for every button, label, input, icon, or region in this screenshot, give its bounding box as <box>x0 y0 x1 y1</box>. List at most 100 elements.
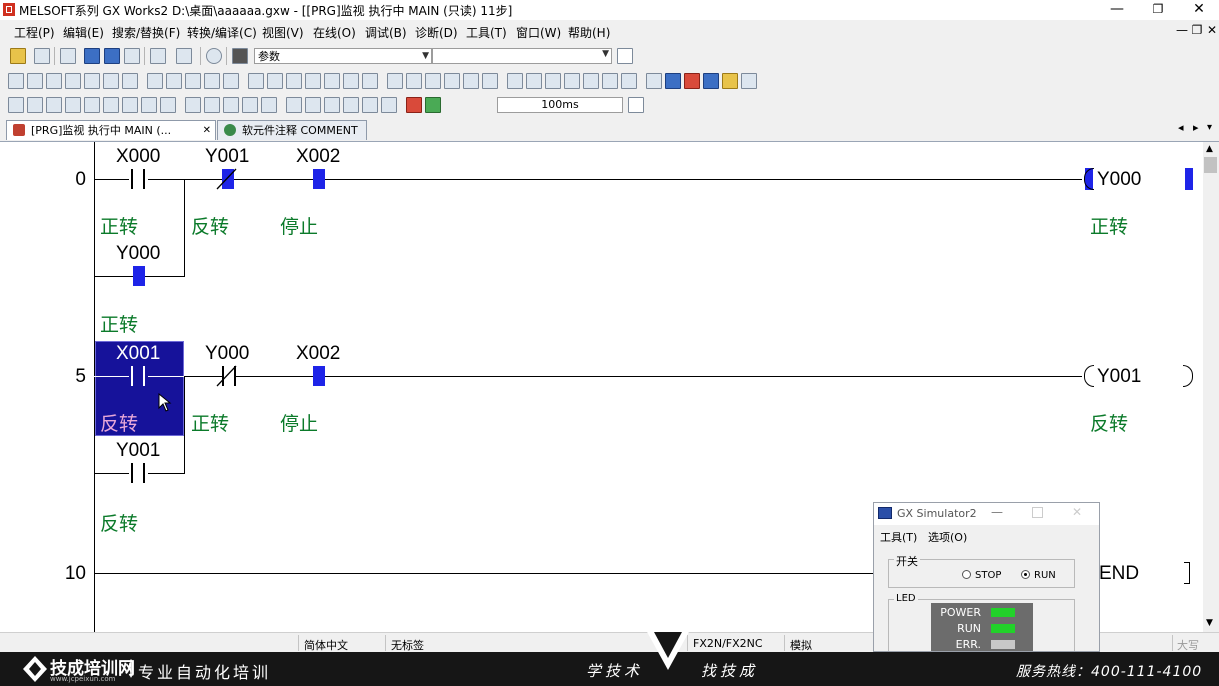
simulator-menu-tools[interactable]: 工具(T) <box>880 529 917 545</box>
ladder-tool-16-icon[interactable] <box>305 73 321 89</box>
ladder-tool-22-icon[interactable] <box>425 73 441 89</box>
ladder-tool-row3-14-icon[interactable] <box>261 97 277 113</box>
help-icon[interactable] <box>206 48 222 64</box>
mdi-restore-button[interactable]: ❐ <box>1190 23 1204 37</box>
ladder-tool-row3-2-icon[interactable] <box>27 97 43 113</box>
ladder-tool-20-icon[interactable] <box>387 73 403 89</box>
contact-energized[interactable] <box>313 169 325 189</box>
ladder-tool-row3-17-icon[interactable] <box>324 97 340 113</box>
ladder-tool-38-icon[interactable] <box>741 73 757 89</box>
ladder-tool-row3-16-icon[interactable] <box>305 97 321 113</box>
ladder-tool-25-icon[interactable] <box>482 73 498 89</box>
ladder-tool-6-icon[interactable] <box>103 73 119 89</box>
minimize-button[interactable]: — <box>1097 0 1137 20</box>
mdi-minimize-button[interactable]: — <box>1175 23 1189 37</box>
ladder-tool-33-icon[interactable] <box>646 73 662 89</box>
close-button[interactable]: ✕ <box>1179 0 1219 20</box>
window-icon[interactable] <box>60 48 76 64</box>
monitor-icon[interactable] <box>150 48 166 64</box>
device-icon[interactable] <box>84 48 100 64</box>
stop-radio[interactable] <box>962 570 971 579</box>
ladder-tool-row3-8-icon[interactable] <box>141 97 157 113</box>
ladder-tool-19-icon[interactable] <box>362 73 378 89</box>
ladder-tool-row3-20-icon[interactable] <box>381 97 397 113</box>
ladder-tool-29-icon[interactable] <box>564 73 580 89</box>
contact-energized[interactable] <box>313 366 325 386</box>
menu-project[interactable]: 工程(P) <box>14 24 55 41</box>
ladder-tool-12-icon[interactable] <box>223 73 239 89</box>
menu-online[interactable]: 在线(O) <box>313 24 356 41</box>
scrollbar-thumb[interactable] <box>1204 157 1217 173</box>
contact-symbol[interactable] <box>143 463 145 483</box>
ladder-tool-15-icon[interactable] <box>286 73 302 89</box>
ladder-tool-row3-6-icon[interactable] <box>103 97 119 113</box>
project-icon[interactable] <box>10 48 26 64</box>
ladder-tool-28-icon[interactable] <box>545 73 561 89</box>
tab-main-program[interactable]: [PRG]监视 执行中 MAIN (... ✕ <box>6 120 216 140</box>
ladder-tool-30-icon[interactable] <box>583 73 599 89</box>
ladder-tool-21-icon[interactable] <box>406 73 422 89</box>
menu-edit[interactable]: 编辑(E) <box>63 24 104 41</box>
ladder-tool-31-icon[interactable] <box>602 73 618 89</box>
ladder-tool-13-icon[interactable] <box>248 73 264 89</box>
tab-menu-icon[interactable]: ▾ <box>1207 122 1212 133</box>
ladder-tool-row3-5-icon[interactable] <box>84 97 100 113</box>
contact-symbol[interactable] <box>131 366 133 386</box>
vertical-scrollbar[interactable]: ▲ ▼ <box>1203 142 1219 632</box>
ladder-tool-17-icon[interactable] <box>324 73 340 89</box>
ladder-tool-row3-15-icon[interactable] <box>286 97 302 113</box>
ladder-tool-5-icon[interactable] <box>84 73 100 89</box>
ladder-tool-2-icon[interactable] <box>27 73 43 89</box>
ladder-tool-8-icon[interactable] <box>147 73 163 89</box>
ladder-tool-35-icon[interactable] <box>684 73 700 89</box>
device3-icon[interactable] <box>124 48 140 64</box>
ladder-tool-36-icon[interactable] <box>703 73 719 89</box>
simulator-minimize-button[interactable]: — <box>991 505 1003 519</box>
mdi-close-button[interactable]: ✕ <box>1205 23 1219 37</box>
menu-help[interactable]: 帮助(H) <box>568 24 610 41</box>
ladder-tool-row3-11-icon[interactable] <box>204 97 220 113</box>
ladder-tool-9-icon[interactable] <box>166 73 182 89</box>
stack-icon[interactable] <box>34 48 50 64</box>
ladder-tool-row3-3-icon[interactable] <box>46 97 62 113</box>
scroll-down-icon[interactable]: ▼ <box>1206 618 1213 628</box>
binoculars-icon[interactable] <box>232 48 248 64</box>
ladder-tool-24-icon[interactable] <box>463 73 479 89</box>
param-subcombo[interactable]: ▼ <box>432 48 612 64</box>
ladder-tool-row3-4-icon[interactable] <box>65 97 81 113</box>
ladder-tool-26-icon[interactable] <box>507 73 523 89</box>
ladder-tool-row3-12-icon[interactable] <box>223 97 239 113</box>
coil-symbol-left[interactable] <box>1084 365 1094 387</box>
ladder-tool-row3-10-icon[interactable] <box>185 97 201 113</box>
ladder-tool-34-icon[interactable] <box>665 73 681 89</box>
contact-symbol[interactable] <box>131 169 133 189</box>
ladder-tool-23-icon[interactable] <box>444 73 460 89</box>
contact-energized[interactable] <box>133 266 145 286</box>
restore-button[interactable]: ❐ <box>1138 0 1178 20</box>
coil-right-energized[interactable] <box>1185 168 1193 190</box>
tab-device-comment[interactable]: 软元件注释 COMMENT <box>217 120 367 140</box>
ladder-tool-row3-22-icon[interactable] <box>425 97 441 113</box>
coil-symbol-right[interactable] <box>1183 365 1193 387</box>
ladder-tool-row3-1-icon[interactable] <box>8 97 24 113</box>
run-radio[interactable] <box>1021 570 1030 579</box>
menu-window[interactable]: 窗口(W) <box>516 24 561 41</box>
ladder-tool-row3-19-icon[interactable] <box>362 97 378 113</box>
scroll-up-icon[interactable]: ▲ <box>1206 144 1213 154</box>
menu-tools[interactable]: 工具(T) <box>466 24 507 41</box>
ladder-tool-row3-7-icon[interactable] <box>122 97 138 113</box>
ladder-tool-row3-21-icon[interactable] <box>406 97 422 113</box>
contact-symbol[interactable] <box>131 463 133 483</box>
ladder-tool-7-icon[interactable] <box>122 73 138 89</box>
simulator-maximize-button[interactable] <box>1032 507 1043 518</box>
ladder-tool-18-icon[interactable] <box>343 73 359 89</box>
simulator-menu-options[interactable]: 选项(O) <box>928 529 967 545</box>
ladder-tool-row3-13-icon[interactable] <box>242 97 258 113</box>
ladder-tool-1-icon[interactable] <box>8 73 24 89</box>
ladder-tool-4-icon[interactable] <box>65 73 81 89</box>
ladder-tool-14-icon[interactable] <box>267 73 283 89</box>
contact-symbol[interactable] <box>143 169 145 189</box>
menu-debug[interactable]: 调试(B) <box>365 24 407 41</box>
page-icon[interactable] <box>617 48 633 64</box>
scan-time-field[interactable]: 100ms <box>497 97 623 113</box>
